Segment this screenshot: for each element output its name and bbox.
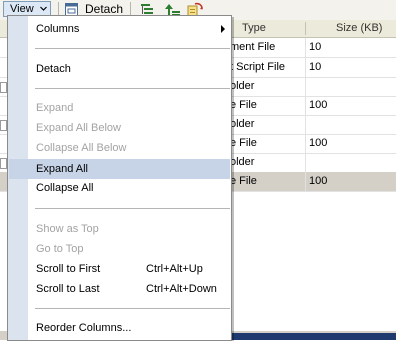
cell-type: older — [230, 118, 255, 130]
menu-item-expand-all[interactable]: Expand All — [9, 159, 230, 179]
menu-item-collapse-all-below[interactable]: Collapse All Below — [9, 138, 230, 158]
column-divider — [305, 172, 306, 191]
menu-separator — [35, 208, 230, 209]
cell-size: 10 — [309, 41, 322, 53]
cell-size: 100 — [309, 99, 328, 111]
menu-item-detach[interactable]: Detach — [9, 59, 230, 79]
cell-type: t Script File — [230, 61, 286, 73]
menu-item-collapse-all[interactable]: Collapse All — [9, 178, 230, 198]
row-expander-icon[interactable] — [0, 158, 7, 169]
cell-type: older — [230, 80, 255, 92]
column-header-size[interactable]: Size (KB) — [336, 20, 382, 37]
cell-type: e File — [230, 99, 257, 111]
menu-item-scroll-to-last[interactable]: Scroll to Last Ctrl+Alt+Down — [9, 279, 230, 299]
column-divider — [305, 96, 306, 115]
menu-item-label: Columns — [36, 23, 80, 35]
menu-separator — [35, 308, 230, 309]
menu-item-expand[interactable]: Expand — [9, 98, 230, 118]
column-divider — [305, 153, 306, 172]
cell-type: e File — [230, 137, 257, 149]
menu-item-label: Show as Top — [36, 223, 99, 235]
cell-type: e File — [230, 175, 257, 187]
menu-item-reorder-columns[interactable]: Reorder Columns... — [9, 318, 230, 338]
menu-item-scroll-to-first[interactable]: Scroll to First Ctrl+Alt+Up — [9, 259, 230, 279]
menu-item-label: Scroll to Last — [36, 283, 100, 295]
menu-item-label: Reorder Columns... — [36, 322, 132, 334]
view-popup-menu: Columns Detach Expand Expand All Below C… — [7, 15, 232, 341]
menu-item-shortcut: Ctrl+Alt+Down — [146, 283, 217, 295]
menu-item-label: Collapse All Below — [36, 142, 127, 154]
menu-item-columns[interactable]: Columns — [9, 19, 230, 39]
menu-item-label: Expand All — [36, 163, 88, 175]
menu-item-label: Scroll to First — [36, 263, 101, 275]
chevron-down-icon — [40, 6, 47, 11]
menu-separator — [35, 88, 230, 89]
column-divider — [305, 115, 306, 134]
cell-type: ment File — [230, 41, 276, 53]
menu-item-go-to-top[interactable]: Go to Top — [9, 239, 230, 259]
menu-item-label: Detach — [36, 63, 71, 75]
column-divider — [305, 134, 306, 153]
menu-item-expand-all-below[interactable]: Expand All Below — [9, 118, 230, 138]
cell-size: 100 — [309, 175, 328, 187]
view-menu-label: View — [10, 3, 34, 15]
column-divider — [305, 38, 306, 57]
menu-item-label: Expand All Below — [36, 122, 121, 134]
cell-size: 10 — [309, 61, 322, 73]
menu-separator — [35, 48, 230, 49]
menu-item-label: Expand — [36, 102, 74, 114]
column-header-type[interactable]: Type — [242, 20, 266, 37]
cell-size: 100 — [309, 137, 328, 149]
menu-item-show-as-top[interactable]: Show as Top — [9, 219, 230, 239]
menu-item-label: Go to Top — [36, 243, 84, 255]
menu-item-shortcut: Ctrl+Alt+Up — [146, 263, 203, 275]
row-expander-icon[interactable] — [0, 120, 7, 131]
column-divider — [305, 58, 306, 77]
cell-type: older — [230, 156, 255, 168]
column-divider[interactable] — [305, 22, 306, 35]
taskbar-strip — [232, 333, 396, 340]
submenu-arrow-icon — [221, 25, 225, 33]
column-divider — [305, 77, 306, 96]
row-expander-icon[interactable] — [0, 82, 7, 93]
menu-item-label: Collapse All — [36, 182, 94, 194]
